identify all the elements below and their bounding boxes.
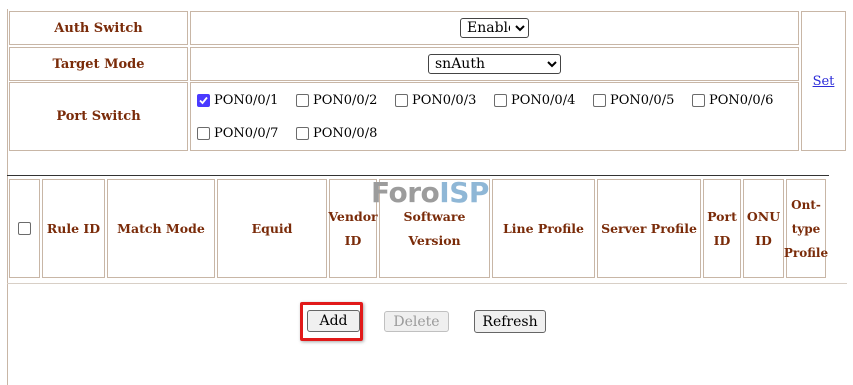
header-rule-id-label: Rule ID	[46, 220, 101, 236]
header-software-version: Software Version	[379, 179, 490, 278]
port-label: PON0/0/6	[709, 93, 774, 108]
auth-switch-label: Auth Switch	[54, 20, 143, 36]
port-label: PON0/0/7	[214, 126, 279, 141]
port-checkbox-pon0-0-3[interactable]: PON0/0/3	[395, 93, 476, 108]
header-ont-type-line3: Profile	[783, 245, 829, 260]
header-vendor-id: Vendor ID	[328, 179, 378, 278]
port-checkbox-pon0-0-1[interactable]: PON0/0/1	[197, 93, 278, 108]
header-port-id-line2: ID	[713, 232, 731, 248]
header-onu-id-line1: ONU	[746, 208, 781, 224]
header-server-profile-label: Server Profile	[601, 220, 697, 236]
header-line-profile: Line Profile	[492, 179, 595, 278]
header-line-profile-label: Line Profile	[502, 220, 585, 236]
header-vendor-id-line1: Vendor	[328, 208, 378, 224]
checkbox[interactable]	[593, 94, 606, 107]
port-switch-label-cell: Port Switch	[9, 82, 188, 151]
delete-button[interactable]: Delete	[384, 311, 449, 332]
header-port-id: Port ID	[703, 179, 741, 278]
port-checkbox-pon0-0-6[interactable]: PON0/0/6	[692, 93, 773, 108]
header-vendor-id-line2: ID	[344, 232, 362, 248]
target-mode-label: Target Mode	[52, 56, 145, 72]
port-switch-list: PON0/0/1 PON0/0/2 PON0/0/3 PON0/0/4 PON0…	[190, 82, 799, 151]
port-checkbox-pon0-0-7[interactable]: PON0/0/7	[197, 126, 278, 141]
auth-switch-select[interactable]: Enable	[460, 18, 529, 38]
header-port-id-line1: Port	[707, 208, 737, 224]
select-all-header	[9, 179, 40, 278]
port-label: PON0/0/3	[412, 93, 477, 108]
target-mode-select[interactable]: snAuth	[428, 54, 561, 74]
checkbox[interactable]	[692, 94, 705, 107]
auth-switch-value-cell: Enable	[190, 11, 799, 45]
header-ont-type-line1: Ont-	[791, 197, 821, 212]
refresh-button[interactable]: Refresh	[474, 310, 546, 333]
port-checkbox-pon0-0-8[interactable]: PON0/0/8	[296, 126, 377, 141]
port-label: PON0/0/4	[511, 93, 576, 108]
header-ont-type-line2: type	[791, 221, 821, 236]
header-equid: Equid	[217, 179, 327, 278]
header-onu-id-line2: ID	[755, 232, 772, 248]
port-switch-label: Port Switch	[56, 109, 141, 124]
port-label: PON0/0/5	[610, 93, 675, 108]
header-match-mode-label: Match Mode	[117, 220, 205, 236]
port-checkbox-pon0-0-2[interactable]: PON0/0/2	[296, 93, 377, 108]
checkbox[interactable]	[296, 127, 309, 140]
add-button[interactable]: Add	[307, 310, 360, 332]
checkbox[interactable]	[494, 94, 507, 107]
target-mode-value-cell: snAuth	[190, 47, 799, 81]
header-equid-label: Equid	[251, 220, 293, 236]
header-rule-id: Rule ID	[42, 179, 105, 278]
set-link[interactable]: Set	[813, 74, 835, 89]
checkbox[interactable]	[395, 94, 408, 107]
checkbox-checked[interactable]	[197, 94, 210, 107]
port-checkbox-pon0-0-5[interactable]: PON0/0/5	[593, 93, 674, 108]
header-match-mode: Match Mode	[107, 179, 215, 278]
port-label: PON0/0/8	[313, 126, 378, 141]
checkbox[interactable]	[296, 94, 309, 107]
header-ont-type-profile: Ont- type Profile	[783, 179, 829, 278]
rules-table-bottom-border	[7, 283, 847, 284]
select-all-checkbox[interactable]	[18, 222, 31, 235]
target-mode-label-cell: Target Mode	[9, 47, 188, 81]
header-server-profile: Server Profile	[597, 179, 701, 278]
rules-table-top-border	[7, 175, 829, 176]
port-label: PON0/0/1	[214, 93, 279, 108]
set-cell: Set	[801, 11, 846, 151]
auth-switch-label-cell: Auth Switch	[9, 11, 188, 45]
header-onu-id: ONU ID	[743, 179, 784, 278]
header-software-version-label: Software Version	[403, 208, 466, 248]
checkbox[interactable]	[197, 127, 210, 140]
port-checkbox-pon0-0-4[interactable]: PON0/0/4	[494, 93, 575, 108]
port-label: PON0/0/2	[313, 93, 378, 108]
